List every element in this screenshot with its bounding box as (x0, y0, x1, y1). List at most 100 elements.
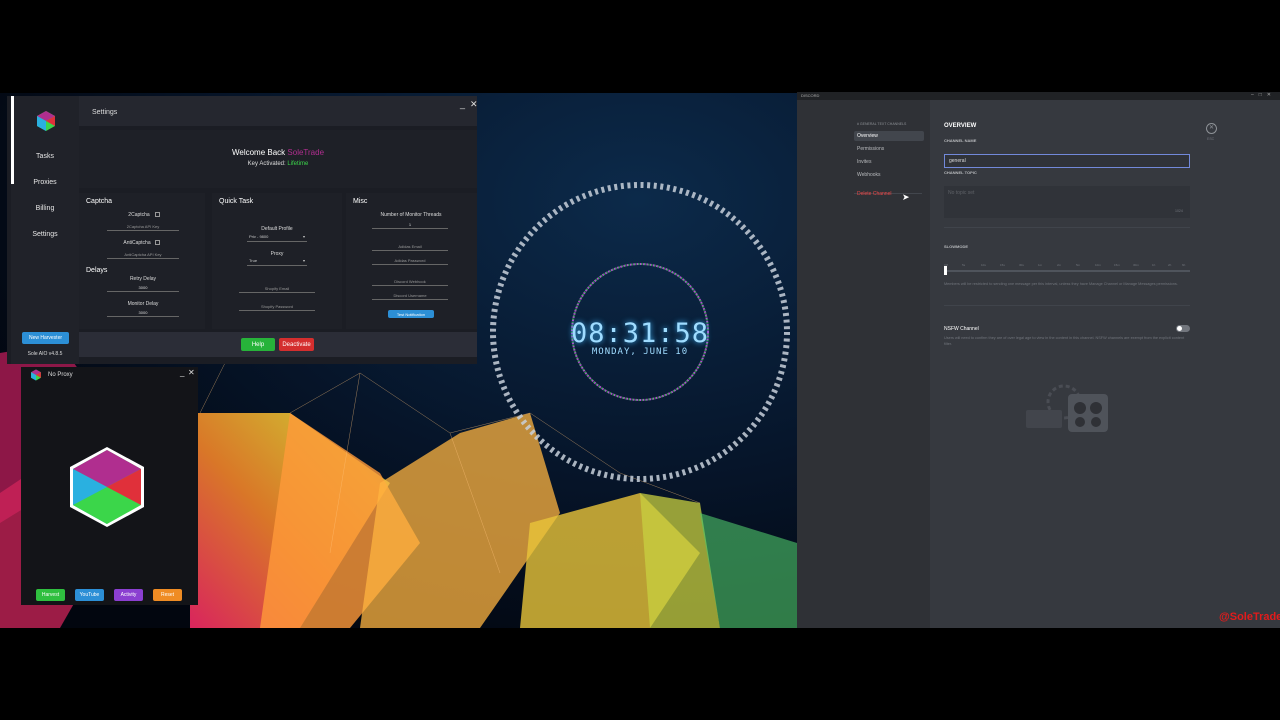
slowmode-tick: 5s (962, 263, 966, 267)
slowmode-tick: 6h (1182, 263, 1186, 267)
minimize-icon[interactable]: _ (180, 368, 184, 377)
sole-logo-icon (31, 369, 41, 381)
two-captcha-checkbox[interactable] (155, 212, 160, 217)
slowmode-tick: 1m (1038, 263, 1043, 267)
divider (372, 250, 448, 251)
retry-delay-input[interactable]: 3000 (115, 285, 171, 290)
slowmode-slider-handle[interactable] (944, 266, 947, 275)
channel-name-input[interactable]: general (944, 154, 1190, 168)
nav-overview[interactable]: Overview (854, 131, 924, 141)
page-title: OVERVIEW (944, 123, 977, 129)
slowmode-tick: 15s (1000, 263, 1005, 267)
divider (372, 299, 448, 300)
mouse-pointer-icon: ➤ (902, 192, 910, 202)
harvester-window: No Proxy _ ✕ Harvest YouTube Activity Re… (21, 367, 198, 605)
help-button[interactable]: Help (241, 338, 275, 351)
close-icon[interactable]: ✕ (188, 368, 195, 377)
nav-permissions[interactable]: Permissions (854, 144, 924, 154)
slowmode-tick: 2m (1057, 263, 1062, 267)
toggle-knob (1177, 326, 1182, 331)
nav-proxies[interactable]: Proxies (11, 179, 79, 186)
proxy-select[interactable]: True ▾ (247, 258, 307, 266)
anti-captcha-checkbox[interactable] (155, 240, 160, 245)
divider (372, 264, 448, 265)
welcome-username: SoleTrade (287, 148, 325, 157)
test-notification-button[interactable]: Test Notification (388, 310, 434, 318)
quick-task-title: Quick Task (219, 198, 254, 205)
adidas-password-input[interactable]: Adidas Password (372, 258, 448, 263)
captcha-panel: Captcha 2Captcha 2Captcha API Key AntiCa… (79, 193, 205, 329)
deactivate-button[interactable]: Deactivate (279, 338, 314, 351)
quick-task-panel: Quick Task Default Profile Priv - 9800 ▾ … (212, 193, 342, 329)
default-profile-value: Priv - 9800 (249, 234, 269, 239)
desktop: 08:31:58 MONDAY, JUNE 10 Tasks Proxies B… (0, 0, 1280, 720)
key-status: Key Activated: Lifetime (79, 161, 477, 167)
slowmode-slider[interactable] (944, 270, 1190, 272)
adidas-email-input[interactable]: Adidas Email (372, 244, 448, 249)
channel-topic-label: CHANNEL TOPIC (944, 170, 977, 175)
channel-topic-input[interactable]: No topic set (944, 186, 1190, 218)
slowmode-help-text: Members will be restricted to sending on… (944, 282, 1178, 286)
divider (107, 316, 179, 317)
sole-action-bar: Help Deactivate (79, 332, 477, 357)
discord-titlebar: DISCORD –□✕ (797, 92, 1280, 100)
topic-char-count: 1024 (1175, 209, 1183, 213)
divider (944, 305, 1190, 306)
discord-settings-content: OVERVIEW CHANNEL NAME general CHANNEL TO… (930, 100, 1280, 628)
new-harvester-button[interactable]: New Harvester (22, 332, 69, 344)
discord-app-title: DISCORD (801, 93, 820, 98)
nsfw-label: NSFW Channel (944, 326, 979, 332)
gears-illustration (1026, 384, 1108, 432)
activity-button[interactable]: Activity (114, 589, 143, 601)
slowmode-tick: 30s (1019, 263, 1024, 267)
nav-settings[interactable]: Settings (11, 231, 79, 238)
close-icon[interactable]: ✕ (1206, 123, 1217, 134)
divider (239, 310, 315, 311)
discord-webhook-input[interactable]: Discord Webhook (372, 279, 448, 284)
nsfw-toggle[interactable] (1176, 325, 1190, 332)
slowmode-tick: 30m (1133, 263, 1139, 267)
shopify-password-input[interactable]: Shopify Password (239, 304, 315, 309)
divider (107, 291, 179, 292)
sole-cube-logo (70, 447, 144, 527)
slowmode-tick: 2h (1168, 263, 1172, 267)
minimize-icon[interactable]: _ (460, 99, 465, 109)
sole-aio-window: Tasks Proxies Billing Settings New Harve… (7, 96, 478, 364)
misc-title: Misc (353, 198, 368, 205)
key-value: Lifetime (287, 161, 309, 167)
two-captcha-key-input[interactable]: 2Captcha API Key (107, 224, 179, 229)
harvester-title: No Proxy (48, 372, 73, 378)
clock-widget: 08:31:58 MONDAY, JUNE 10 (488, 180, 792, 484)
proxy-label: Proxy (270, 251, 284, 257)
version-label: Sole AIO v4.8.5 (27, 351, 63, 357)
divider (372, 285, 448, 286)
close-icon[interactable]: ✕ (470, 99, 478, 110)
anti-captcha-key-input[interactable]: AntiCaptcha API Key (107, 252, 179, 257)
discord-username-input[interactable]: Discord Username (372, 293, 448, 298)
harvest-button[interactable]: Harvest (36, 589, 65, 601)
proxy-value: True (249, 258, 258, 263)
misc-panel: Misc Number of Monitor Threads 1 Adidas … (346, 193, 477, 329)
nav-billing[interactable]: Billing (11, 205, 79, 212)
window-controls[interactable]: –□✕ (1251, 92, 1276, 98)
divider (372, 228, 448, 229)
monitor-delay-input[interactable]: 3000 (115, 310, 171, 315)
welcome-banner: Welcome Back SoleTrade Key Activated: Li… (79, 130, 477, 188)
clock-time: 08:31:58 (570, 318, 710, 349)
nav-tasks[interactable]: Tasks (11, 153, 79, 160)
monitor-delay-label: Monitor Delay (127, 301, 159, 307)
window-title: Settings (92, 109, 118, 116)
nav-invites[interactable]: Invites (854, 157, 924, 167)
chevron-down-icon: ▾ (302, 258, 305, 263)
monitor-threads-input[interactable]: 1 (372, 222, 448, 227)
delete-channel-button[interactable]: Delete Channel (854, 189, 924, 199)
sole-titlebar: Settings _ ✕ (79, 96, 478, 126)
divider (239, 292, 315, 293)
channel-watermark: @SoleTrade (1219, 611, 1280, 623)
reset-button[interactable]: Reset (153, 589, 182, 601)
youtube-button[interactable]: YouTube (75, 589, 104, 601)
shopify-email-input[interactable]: Shopify Email (239, 286, 315, 291)
chevron-down-icon: ▾ (302, 234, 305, 239)
default-profile-select[interactable]: Priv - 9800 ▾ (247, 234, 307, 242)
nav-webhooks[interactable]: Webhooks (854, 170, 924, 180)
